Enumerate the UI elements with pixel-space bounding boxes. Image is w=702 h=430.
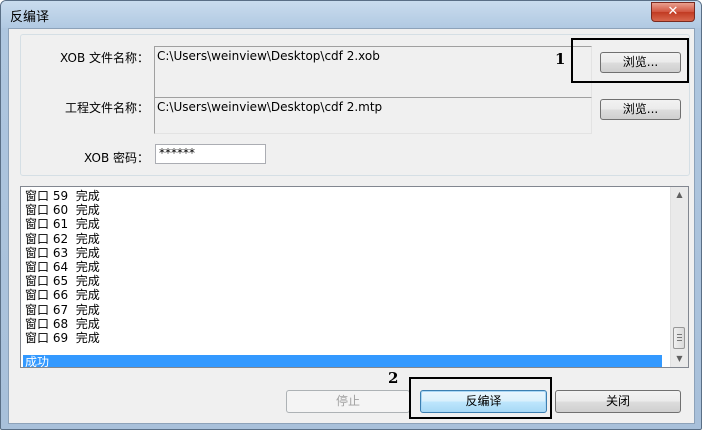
- close-button[interactable]: 关闭: [555, 390, 681, 413]
- log-line: 窗口 60 完成: [25, 203, 100, 218]
- dialog-body: XOB 文件名称： C:\Users\weinview\Desktop\cdf …: [8, 28, 695, 424]
- xob-file-path-field[interactable]: C:\Users\weinview\Desktop\cdf 2.xob: [154, 46, 592, 100]
- log-line: 窗口 69 完成: [25, 331, 100, 346]
- stop-button[interactable]: 停止: [286, 390, 410, 413]
- xob-password-input[interactable]: ******: [155, 144, 266, 164]
- grip-line: [677, 337, 682, 338]
- scroll-up-arrow-icon[interactable]: ▲: [671, 187, 688, 203]
- scroll-thumb[interactable]: [673, 327, 685, 349]
- log-line: 窗口 64 完成: [25, 260, 100, 275]
- log-line: 窗口 59 完成: [25, 189, 100, 203]
- log-line: 窗口 62 完成: [25, 231, 100, 246]
- close-window-icon[interactable]: ✕: [651, 2, 695, 22]
- log-line: 窗口 63 完成: [25, 245, 100, 260]
- progress-log-list[interactable]: 窗口 59 完成 窗口 60 完成 窗口 61 完成 窗口 62 完成 窗口 6…: [20, 186, 689, 368]
- log-line: 窗口 61 完成: [25, 217, 100, 232]
- project-file-label: 工程文件名称：: [64, 101, 149, 115]
- xob-password-label: XOB 密码：: [84, 151, 149, 165]
- project-file-path-value: C:\Users\weinview\Desktop\cdf 2.mtp: [157, 100, 383, 114]
- window-title: 反编译: [10, 10, 50, 25]
- log-selected-line-success[interactable]: 成功: [23, 355, 662, 367]
- log-lines: 窗口 59 完成 窗口 60 完成 窗口 61 完成 窗口 62 完成 窗口 6…: [25, 189, 100, 345]
- grip-line: [677, 334, 682, 335]
- annotation-number-2: 2: [388, 369, 399, 387]
- title-bar: 反编译 ✕: [1, 1, 701, 28]
- log-line: 窗口 67 完成: [25, 302, 100, 317]
- annotation-box-1: [571, 38, 689, 83]
- log-line: 窗口 68 完成: [25, 316, 100, 331]
- browse-project-button[interactable]: 浏览...: [600, 99, 681, 120]
- annotation-box-2: [409, 377, 552, 419]
- log-scrollbar[interactable]: ▲ ▼: [670, 187, 688, 367]
- xob-file-path-value: C:\Users\weinview\Desktop\cdf 2.xob: [157, 49, 380, 63]
- log-line: 窗口 66 完成: [25, 288, 100, 303]
- grip-line: [677, 340, 682, 341]
- scroll-down-arrow-icon[interactable]: ▼: [671, 351, 688, 367]
- project-file-path-field[interactable]: C:\Users\weinview\Desktop\cdf 2.mtp: [154, 97, 592, 134]
- log-line: 窗口 65 完成: [25, 274, 100, 289]
- xob-file-label: XOB 文件名称：: [60, 51, 149, 65]
- annotation-number-1: 1: [555, 50, 566, 68]
